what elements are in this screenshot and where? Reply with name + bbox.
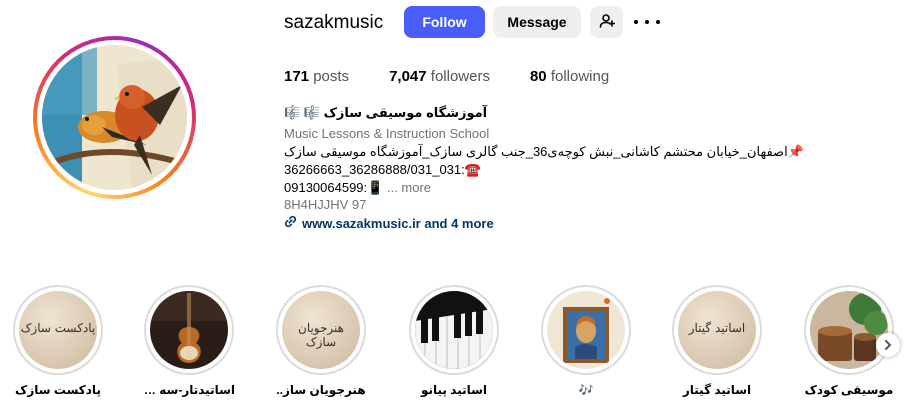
highlight-music-notes[interactable]: 🎶 — [540, 285, 632, 397]
highlight-label: هنرجویان ساز.. — [276, 383, 366, 397]
bio-website-text: www.sazakmusic.ir and 4 more — [302, 215, 494, 231]
posts-stat: 171 posts — [284, 68, 349, 85]
highlight-cover — [415, 291, 493, 369]
bio-display-name: آموزشگاه موسیقی سازک 🎼 🎼 — [284, 105, 488, 120]
bio-mobile: 09130064599:📱 — [284, 180, 384, 195]
more-options-icon[interactable] — [634, 12, 660, 32]
bio-website-link[interactable]: www.sazakmusic.ir and 4 more — [284, 215, 494, 231]
highlight-ring — [409, 285, 499, 375]
highlight-ring: اساتید گیتار — [672, 285, 762, 375]
highlight-cover — [547, 291, 625, 369]
following-label: following — [550, 68, 610, 85]
posts-label: posts — [313, 68, 350, 85]
highlight-cover-text: پادکست سازک — [20, 321, 96, 335]
highlight-ring: هنرجویان سازک — [276, 285, 366, 375]
highlight-ring — [144, 285, 234, 375]
bio-phone: 36266663_36286888/031_031:☎️ — [284, 162, 481, 177]
bio-code: 8H4HJJHV 97 — [284, 197, 367, 212]
highlight-guitar-teachers[interactable]: اساتید گیتار اساتید گیتار — [671, 285, 763, 397]
posts-count: 171 — [284, 68, 310, 85]
bio-address: 📌اصفهان_خیابان محتشم کاشانی_نبش کوچه‌ی36… — [284, 144, 804, 159]
profile-stats: 171 posts 7,047 followers 80 following — [284, 68, 649, 85]
highlight-label: اساتیدتار-سه تار — [143, 383, 235, 397]
highlight-cover: اساتید گیتار — [678, 291, 756, 369]
profile-avatar — [42, 45, 187, 190]
highlight-label: پادکست سازک — [15, 383, 101, 397]
highlight-cover-text: هنرجویان سازک — [298, 321, 344, 349]
following-count: 80 — [529, 68, 547, 85]
highlight-students[interactable]: هنرجویان سازک هنرجویان ساز.. — [275, 285, 367, 397]
highlight-ring: پادکست سازک — [13, 285, 103, 375]
highlight-label: اساتید پیانو — [420, 383, 488, 397]
highlight-cover — [810, 291, 888, 369]
profile-avatar-ring[interactable] — [33, 36, 196, 199]
highlight-cover: هنرجویان سازک — [282, 291, 360, 369]
highlight-podcast[interactable]: پادکست سازک پادکست سازک — [12, 285, 104, 397]
message-button[interactable]: Message — [493, 6, 581, 38]
highlight-cover — [150, 291, 228, 369]
followers-stat[interactable]: 7,047 followers — [389, 68, 490, 85]
profile-username: sazakmusic — [284, 12, 384, 33]
bio-mobile-row: 09130064599:📱 ... more — [284, 179, 844, 196]
highlight-label: موسیقی کودک — [804, 383, 894, 397]
suggest-user-button[interactable] — [590, 6, 623, 38]
follow-button[interactable]: Follow — [404, 6, 485, 38]
link-icon — [284, 215, 297, 231]
bio-category: Music Lessons & Instruction School — [284, 126, 490, 141]
highlight-cover: پادکست سازک — [19, 291, 97, 369]
highlight-piano-teachers[interactable]: اساتید پیانو — [408, 285, 500, 397]
highlight-ring — [541, 285, 631, 375]
add-user-icon — [599, 13, 615, 32]
highlight-ring — [804, 285, 894, 375]
highlight-label: 🎶 — [578, 383, 594, 397]
chevron-right-icon[interactable] — [876, 333, 900, 357]
highlight-label: اساتید گیتار — [682, 383, 752, 397]
highlight-cover-text: اساتید گیتار — [688, 321, 746, 335]
following-stat[interactable]: 80 following — [530, 68, 609, 85]
bio-more-link[interactable]: ... more — [387, 180, 431, 195]
followers-label: followers — [430, 68, 490, 85]
highlight-tar-teachers[interactable]: اساتیدتار-سه تار — [143, 285, 235, 397]
followers-count: 7,047 — [389, 68, 427, 85]
